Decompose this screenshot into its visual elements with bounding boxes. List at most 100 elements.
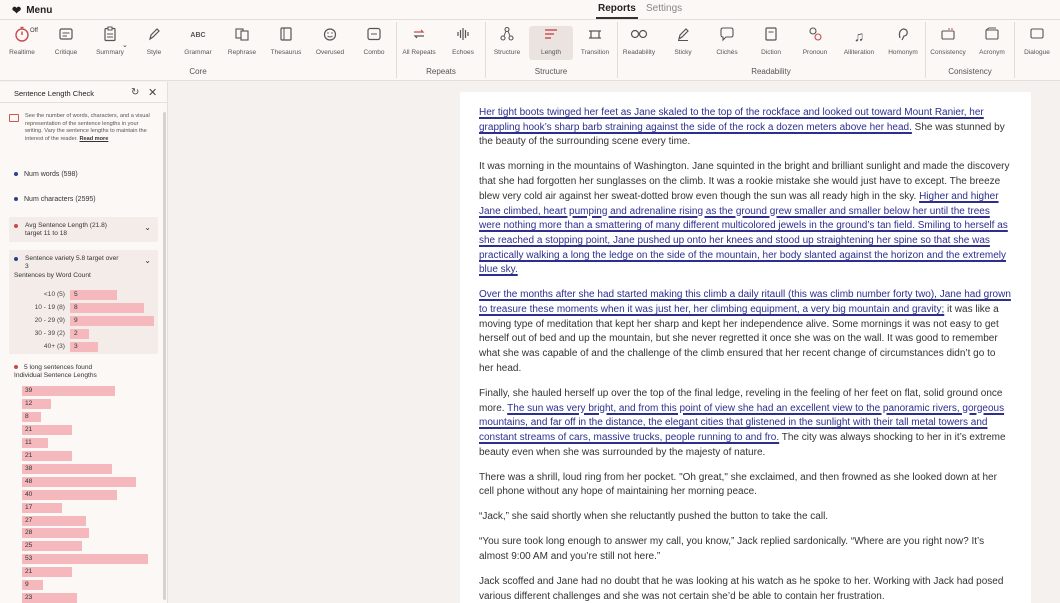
paragraph[interactable]: “Jack,” she said shortly when she reluct… <box>479 510 1012 525</box>
tool-label: Combo <box>363 49 385 56</box>
sentence-length-value: 39 <box>25 387 33 394</box>
tool-cliches[interactable]: Clichés <box>705 26 749 56</box>
sentence-length-bar[interactable] <box>22 386 115 396</box>
tool-label: Sticky <box>674 49 692 56</box>
distribution-value: 3 <box>74 343 78 350</box>
sentence-length-bar[interactable] <box>22 463 113 474</box>
sentence-length-value: 8 <box>25 412 29 420</box>
top-bar: ❤ Menu Reports Settings <box>0 0 1060 20</box>
sentence-length-value: 28 <box>25 529 33 537</box>
tool-rephrase[interactable]: Rephrase <box>220 26 264 56</box>
tool-critique[interactable]: ⌄ Critique <box>44 26 128 56</box>
panel-scrollbar[interactable] <box>163 112 166 600</box>
sentence-length-bar[interactable] <box>22 489 118 500</box>
paragraph[interactable]: Finally, she hauled herself up over the … <box>479 387 1012 461</box>
sentence-length-value: 23 <box>25 594 33 602</box>
tool-transition[interactable]: Transition <box>573 26 617 56</box>
distribution-value: 8 <box>74 304 78 311</box>
long-sentence-highlight[interactable]: Over the months after she had started ma… <box>479 289 1011 315</box>
tool-grammar[interactable]: ABC Grammar <box>176 26 220 56</box>
num-words-label: Num words (598) <box>24 171 78 178</box>
tool-thesaurus[interactable]: Thesaurus <box>264 26 308 56</box>
group-label-consistency: Consistency <box>948 67 992 76</box>
chevron-down-icon[interactable]: ⌄ <box>144 223 151 232</box>
tool-pronoun[interactable]: Pronoun <box>793 26 837 56</box>
tool-sticky[interactable]: Sticky <box>661 26 705 56</box>
tool-label: Grammar <box>184 49 212 56</box>
tool-label: Homonym <box>888 49 918 56</box>
tool-readability[interactable]: Readability <box>617 26 661 56</box>
bullet-dot <box>14 365 18 370</box>
paragraph[interactable]: Her tight boots twinged her feet as Jane… <box>479 106 1012 150</box>
tool-overused[interactable]: Overused <box>308 26 352 56</box>
refresh-icon[interactable]: ↻ <box>131 87 139 98</box>
tool-ribbon: Off Realtime ⌄ Critique Summary Style AB… <box>0 20 1060 81</box>
panel-title: Sentence Length Check <box>14 89 95 98</box>
tool-length[interactable]: Length <box>529 26 573 60</box>
tool-alliteration[interactable]: ♫ Alliteration <box>837 26 881 56</box>
sentence-text: Jack scoffed and Jane had no doubt that … <box>479 576 1004 602</box>
sentence-length-panel: Sentence Length Check ↻ ✕ See the number… <box>0 82 168 603</box>
sentence-length-value: 48 <box>25 477 33 485</box>
paragraph[interactable]: Over the months after she had started ma… <box>479 288 1012 376</box>
tool-consistency[interactable]: Consistency <box>926 26 970 56</box>
individual-lengths-label: Individual Sentence Lengths <box>14 372 97 379</box>
tool-homonym[interactable]: Homonym <box>881 26 925 56</box>
distribution-label: 30 - 39 (2) <box>34 330 65 337</box>
long-sentence-highlight[interactable]: Higher and higher Jane climbed, heart pu… <box>479 191 1008 276</box>
distribution-bar <box>70 329 89 339</box>
sentence-length-bar[interactable] <box>22 476 137 487</box>
group-label-core: Core <box>189 67 207 76</box>
tool-realtime[interactable]: Off Realtime <box>0 26 44 56</box>
sentence-length-value: 40 <box>25 490 33 498</box>
long-sentence-highlight[interactable]: Her tight boots twinged her feet as Jane… <box>479 107 984 133</box>
distribution-value: 2 <box>74 330 78 337</box>
group-label-structure: Structure <box>534 67 568 76</box>
num-words-stat: Num words (598) <box>14 171 78 178</box>
tool-dialogue[interactable]: Dialogue <box>1015 26 1059 56</box>
tool-structure[interactable]: Structure <box>485 26 529 56</box>
tool-acronym[interactable]: Acronym <box>970 26 1014 56</box>
tool-label: Readability <box>622 49 656 56</box>
menu-button[interactable]: ❤ Menu <box>12 4 52 17</box>
length-icon <box>529 26 573 46</box>
paragraph[interactable]: Jack scoffed and Jane had no doubt that … <box>479 575 1012 603</box>
bullet-dot <box>14 257 18 261</box>
paragraph[interactable]: It was morning in the mountains of Washi… <box>479 160 1012 278</box>
transition-icon <box>573 26 617 46</box>
paragraph[interactable]: “You sure took long enough to answer my … <box>479 535 1012 564</box>
sentence-length-value: 21 <box>25 451 33 459</box>
sentence-text: “You sure took long enough to answer my … <box>479 536 985 563</box>
tab-reports[interactable]: Reports <box>596 3 638 19</box>
sticky-icon <box>661 26 705 46</box>
tool-summary[interactable]: Summary <box>88 26 132 56</box>
sentence-length-value: 21 <box>25 568 33 576</box>
sentence-length-bar[interactable] <box>22 554 149 565</box>
menu-heart-icon: ❤ <box>12 5 22 17</box>
tool-style[interactable]: Style <box>132 26 176 56</box>
avg-sentence-card[interactable]: Avg Sentence Length (21.8) target 11 to … <box>9 217 158 242</box>
tool-label: Summary <box>96 49 124 56</box>
sentence-variety-text: Sentence variety 5.8 target over 3 <box>25 255 149 271</box>
tool-label: Style <box>146 49 162 56</box>
tool-diction[interactable]: Diction <box>749 26 793 56</box>
critique-icon <box>44 26 88 46</box>
info-icon <box>9 114 19 122</box>
tool-label: Dialogue <box>1024 49 1050 56</box>
chevron-down-icon[interactable]: ⌄ <box>144 256 151 265</box>
document-page[interactable]: Her tight boots twinged her feet as Jane… <box>460 92 1031 603</box>
close-icon[interactable]: ✕ <box>148 86 157 99</box>
tool-label: Critique <box>54 49 78 56</box>
overused-icon <box>308 26 352 46</box>
group-label-readability: Readability <box>751 67 791 76</box>
repeat-icon <box>397 26 441 46</box>
tool-all-repeats[interactable]: All Repeats <box>397 26 441 56</box>
sentence-text: There was a shrill, loud ring from her p… <box>479 471 997 498</box>
read-more-link[interactable]: Read more <box>79 136 108 142</box>
tab-settings[interactable]: Settings <box>646 3 682 14</box>
paragraph[interactable]: There was a shrill, loud ring from her p… <box>479 471 1012 500</box>
tool-label: Consistency <box>930 49 966 56</box>
bullet-dot <box>14 224 18 228</box>
tool-echoes[interactable]: Echoes <box>441 26 485 56</box>
tool-combo[interactable]: Combo <box>352 26 396 56</box>
